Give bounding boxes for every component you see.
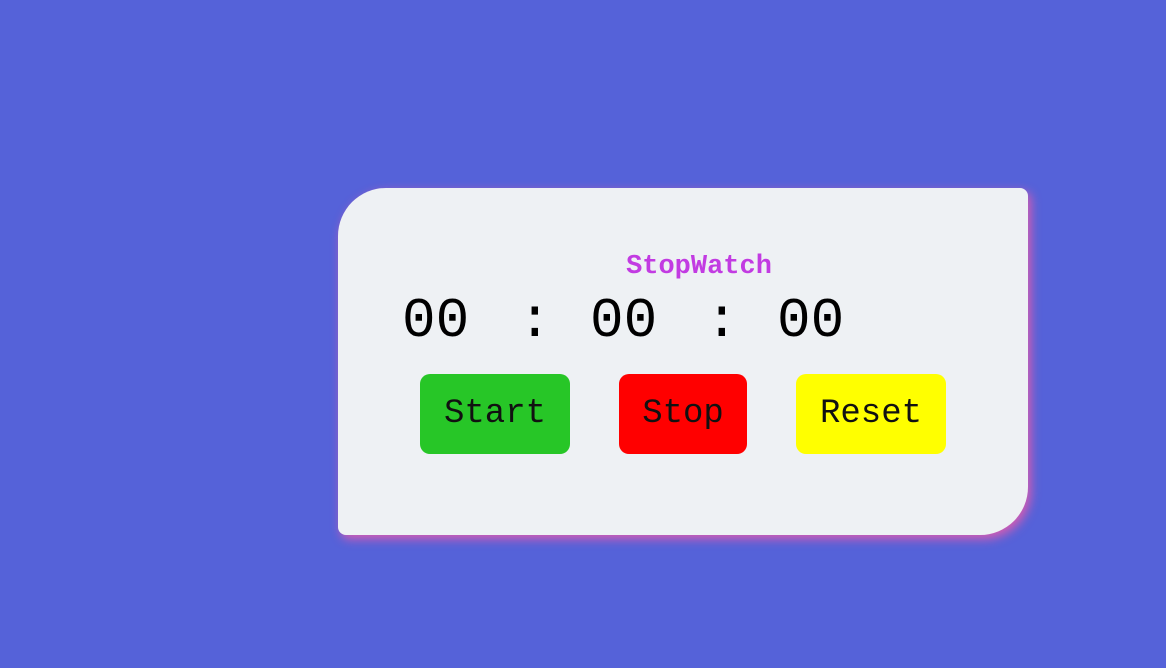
stopwatch-card: StopWatch 00 : 00 : 00 Start Stop Reset (338, 188, 1028, 535)
stop-button[interactable]: Stop (619, 374, 747, 454)
start-button[interactable]: Start (420, 374, 570, 454)
seconds-value: 00 (777, 289, 845, 353)
time-separator: : (518, 289, 552, 353)
minutes-value: 00 (590, 289, 658, 353)
time-separator: : (705, 289, 739, 353)
hours-value: 00 (402, 289, 470, 353)
stopwatch-title: StopWatch (626, 252, 772, 282)
time-display: 00 : 00 : 00 (400, 286, 960, 356)
reset-button[interactable]: Reset (796, 374, 946, 454)
